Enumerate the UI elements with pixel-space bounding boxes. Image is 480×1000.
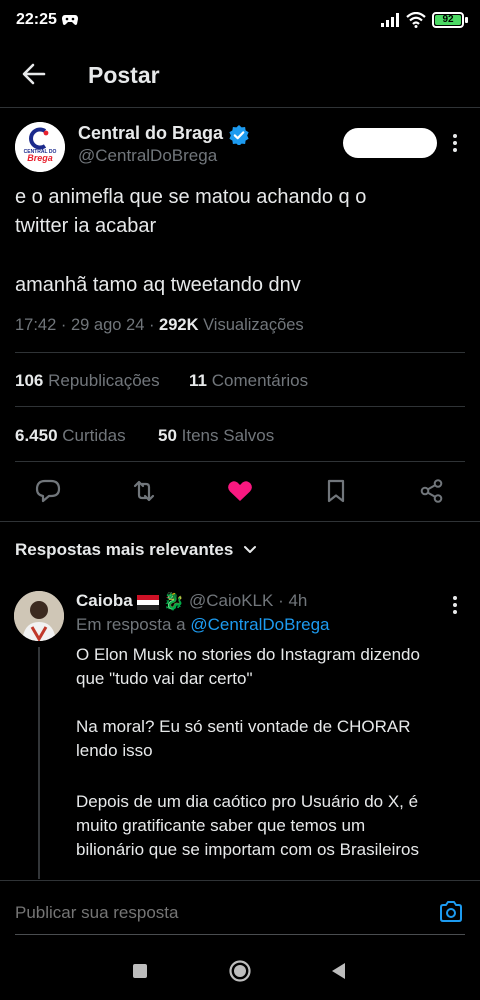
divider bbox=[15, 461, 465, 462]
battery-tip bbox=[465, 17, 468, 23]
views-count: 292K bbox=[159, 316, 199, 334]
repost-icon[interactable] bbox=[130, 477, 158, 505]
egypt-flag-emoji bbox=[137, 595, 159, 610]
system-navigation-bar bbox=[0, 942, 480, 1000]
bookmark-icon[interactable] bbox=[322, 477, 350, 505]
back-triangle-icon[interactable] bbox=[330, 962, 346, 980]
camera-icon[interactable] bbox=[438, 899, 464, 925]
reply-text-line: O Elon Musk no stories do Instagram dize… bbox=[76, 645, 420, 664]
dragon-emoji: 🐉 bbox=[163, 592, 185, 611]
reply-avatar[interactable] bbox=[14, 591, 64, 641]
game-controller-icon bbox=[62, 15, 78, 25]
divider bbox=[15, 406, 465, 407]
in-reply-to: Em resposta a @CentralDoBrega bbox=[76, 615, 330, 634]
like-heart-icon[interactable] bbox=[226, 477, 254, 505]
replies-sort-toggle[interactable]: Respostas mais relevantes bbox=[15, 540, 233, 560]
follow-button[interactable] bbox=[343, 128, 437, 158]
post-text-line: amanhã tamo aq tweetando dnv bbox=[15, 274, 301, 296]
share-icon[interactable] bbox=[418, 477, 446, 505]
battery-level: 92 bbox=[442, 14, 454, 25]
saves-stat[interactable]: 50 Itens Salvos bbox=[158, 426, 274, 446]
svg-text:Brega: Brega bbox=[27, 153, 53, 163]
home-icon[interactable] bbox=[228, 959, 252, 983]
author-avatar[interactable]: CENTRAL DO Brega bbox=[15, 122, 65, 172]
author-handle[interactable]: @CentralDoBrega bbox=[78, 146, 217, 166]
reply-text-line: Na moral? Eu só senti vontade de CHORAR bbox=[76, 717, 411, 736]
comments-stat[interactable]: 11 Comentários bbox=[189, 371, 308, 391]
in-reply-to-handle[interactable]: @CentralDoBrega bbox=[190, 615, 329, 634]
reply-text-line: que "tudo vai dar certo" bbox=[76, 669, 253, 688]
reply-input-underline bbox=[15, 934, 465, 935]
post-meta: 17:42 · 29 ago 24 · 292K Visualizações bbox=[15, 316, 304, 334]
post-date: 29 ago 24 bbox=[70, 316, 145, 334]
battery-icon: 92 bbox=[432, 12, 464, 28]
status-bar: 22:25 92 bbox=[0, 0, 480, 40]
signal-icon bbox=[381, 13, 399, 27]
recent-apps-icon[interactable] bbox=[133, 964, 147, 978]
reply-input[interactable] bbox=[15, 900, 405, 926]
more-options-icon[interactable] bbox=[448, 132, 462, 154]
top-app-bar: Postar bbox=[0, 40, 480, 108]
reply-text-line: Depois de um dia caótico pro Usuário do … bbox=[76, 792, 419, 811]
status-time: 22:25 bbox=[16, 11, 57, 28]
divider bbox=[15, 352, 465, 353]
reply-text-line: bilionário que se importam com os Brasil… bbox=[76, 840, 419, 859]
post-text-line: twitter ia acabar bbox=[15, 215, 157, 237]
wifi-icon bbox=[406, 12, 426, 28]
thread-line bbox=[38, 647, 40, 879]
reply-icon[interactable] bbox=[34, 477, 62, 505]
reposts-stat[interactable]: 106 Republicações bbox=[15, 371, 160, 391]
page-title: Postar bbox=[88, 62, 160, 88]
likes-stat[interactable]: 6.450 Curtidas bbox=[15, 426, 126, 446]
post-text-line: e o animefla que se matou achando q o bbox=[15, 186, 367, 208]
section-divider bbox=[0, 521, 480, 522]
replies-sort-label: Respostas mais relevantes bbox=[15, 540, 234, 559]
reply-text-line: lendo isso bbox=[76, 741, 153, 760]
reply-time: 4h bbox=[288, 591, 308, 610]
post-time: 17:42 bbox=[15, 316, 57, 334]
reply-text-line: muito gratificante saber que temos um bbox=[76, 816, 366, 835]
reply-avatar-photo bbox=[14, 591, 64, 641]
back-arrow-icon[interactable] bbox=[20, 60, 48, 88]
verified-badge-icon bbox=[229, 125, 249, 145]
reply-author-name[interactable]: Caioba bbox=[76, 591, 133, 611]
reply-more-options-icon[interactable] bbox=[448, 594, 462, 616]
views-label: Visualizações bbox=[203, 316, 304, 334]
chevron-down-icon[interactable] bbox=[242, 543, 258, 557]
reply-author-handle[interactable]: @CaioKLK · 4h bbox=[189, 591, 307, 611]
author-name[interactable]: Central do Braga bbox=[78, 123, 223, 144]
central-do-brega-logo: CENTRAL DO Brega bbox=[15, 122, 65, 172]
